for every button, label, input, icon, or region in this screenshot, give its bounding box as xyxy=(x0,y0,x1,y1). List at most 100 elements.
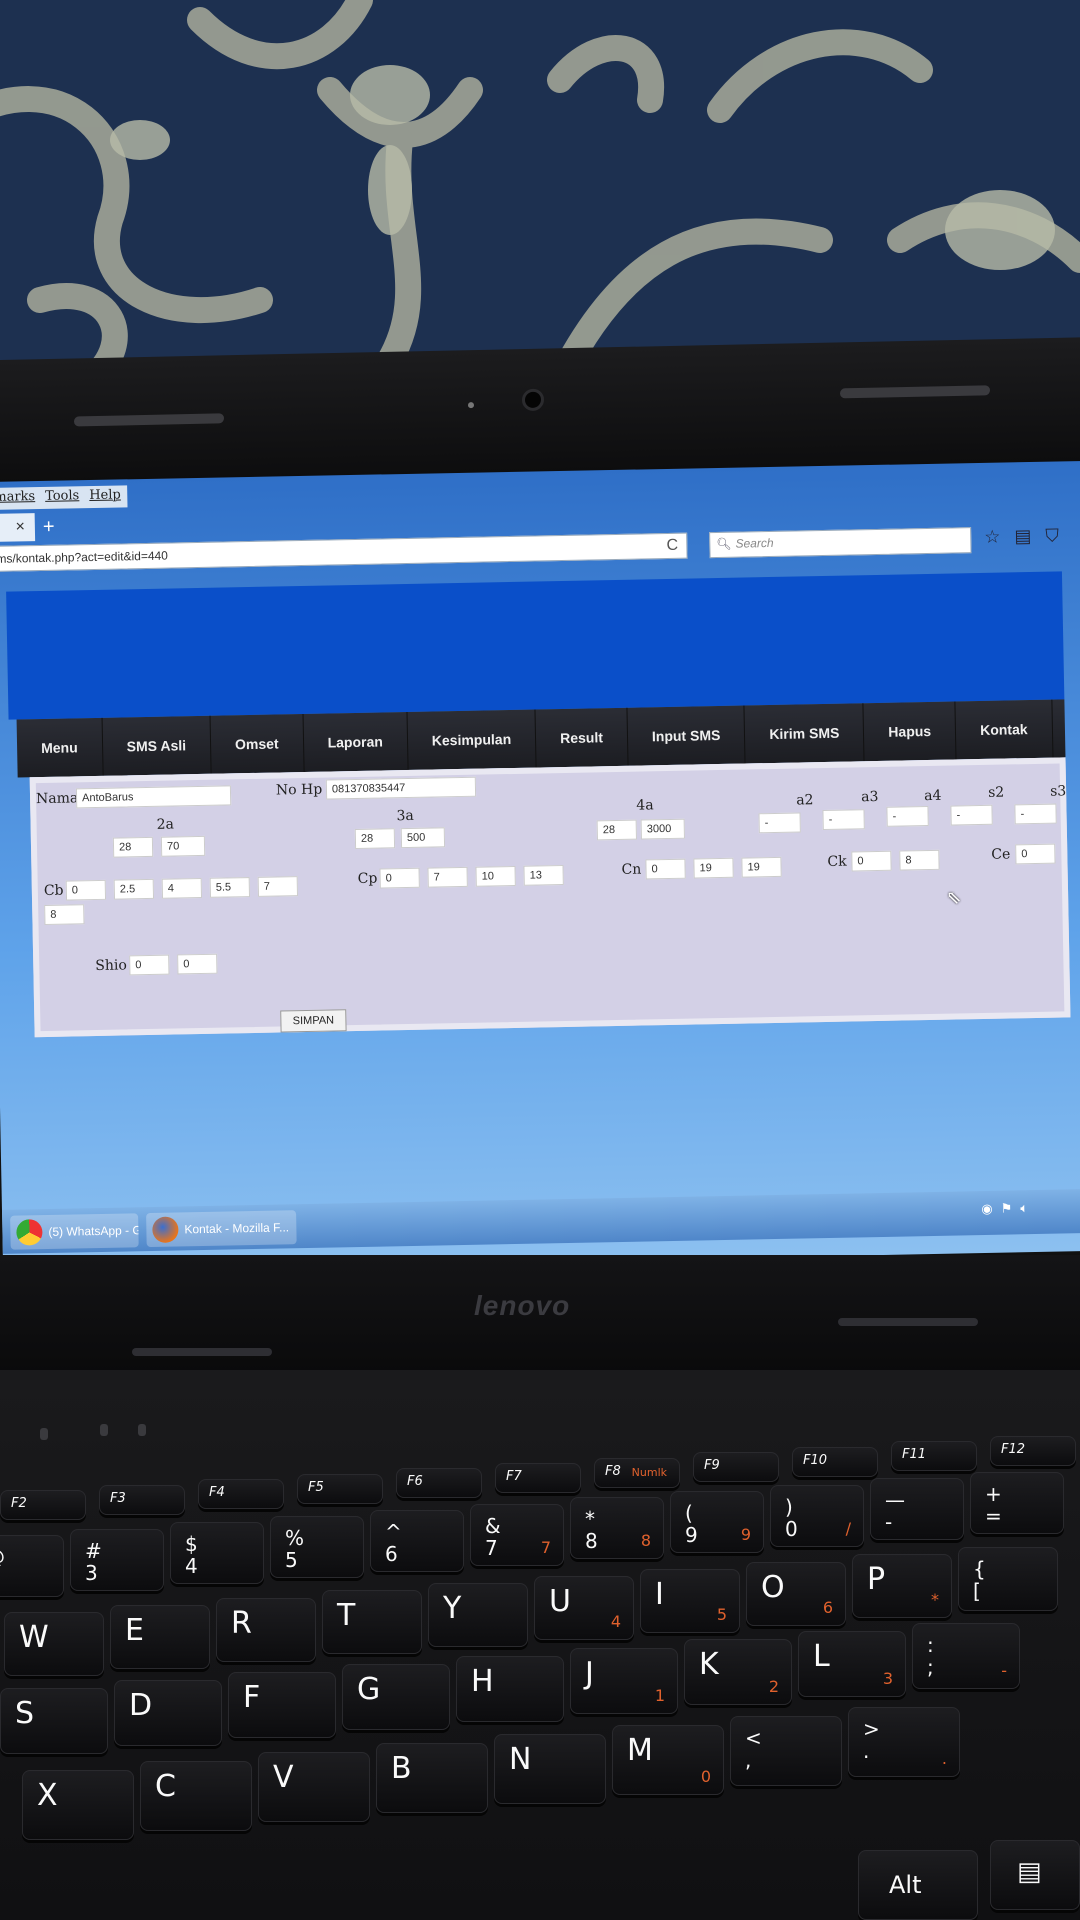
cp-field-3[interactable]: 10 xyxy=(475,865,516,887)
field-2a-2[interactable]: 70 xyxy=(160,835,206,857)
field-2a-1[interactable]: 28 xyxy=(112,836,154,858)
clipboard-icon[interactable]: ▤ xyxy=(1014,526,1031,547)
key-row_z-7[interactable]: > .. xyxy=(848,1707,960,1777)
key-row_z-1[interactable]: C xyxy=(140,1761,252,1831)
key-fn_row-7[interactable]: F9 xyxy=(693,1452,779,1482)
key-num_row-5[interactable]: & 7 7 xyxy=(470,1504,564,1566)
field-a3[interactable]: - xyxy=(822,809,865,831)
field-a2[interactable]: - xyxy=(758,812,801,834)
key-row_q-9[interactable]: { [ xyxy=(958,1547,1058,1611)
nohp-field[interactable]: 081370835447 xyxy=(325,776,477,800)
key-row_q-6[interactable]: I5 xyxy=(640,1569,740,1633)
taskbar-firefox[interactable]: Kontak - Mozilla F... xyxy=(146,1210,297,1248)
cb-field-3[interactable]: 4 xyxy=(161,877,203,899)
key-fn_row-5[interactable]: F7 xyxy=(495,1463,581,1493)
key-fn_row-9[interactable]: F11 xyxy=(891,1441,977,1471)
key-num_row-4[interactable]: ^ 6 xyxy=(370,1510,464,1572)
menu-tools[interactable]: Tools xyxy=(45,488,79,507)
key-fn_row-4[interactable]: F6 xyxy=(396,1468,482,1498)
reload-icon[interactable]: C xyxy=(661,535,683,557)
key-num_row-2[interactable]: $ 4 xyxy=(170,1522,264,1584)
key-row_q-2[interactable]: R xyxy=(216,1598,316,1662)
field-3a-1[interactable]: 28 xyxy=(354,828,396,850)
key-row_z-3[interactable]: B xyxy=(376,1743,488,1813)
cb-field-5[interactable]: 7 xyxy=(257,876,299,897)
shio-field-2[interactable]: 0 xyxy=(177,953,218,975)
key-row_a-1[interactable]: D xyxy=(114,1680,222,1746)
shield-icon[interactable]: ⛉ xyxy=(1045,525,1059,546)
simpan-button[interactable]: SIMPAN xyxy=(280,1009,347,1033)
key-row_z-2[interactable]: V xyxy=(258,1752,370,1822)
field-a4[interactable]: - xyxy=(886,806,929,827)
cb-field-1[interactable]: 0 xyxy=(65,879,107,901)
key-num_row-10[interactable]: + = xyxy=(970,1472,1064,1534)
menu-bookmarks[interactable]: marks xyxy=(0,489,35,508)
key-row_a-8[interactable]: : ; - xyxy=(912,1623,1020,1689)
cb-field-4[interactable]: 5.5 xyxy=(209,877,251,898)
key-row_z-4[interactable]: N xyxy=(494,1734,606,1804)
key-fn_row-3[interactable]: F5 xyxy=(297,1474,383,1504)
nav-sms-asli[interactable]: SMS Asli xyxy=(102,715,212,776)
cn-field-2[interactable]: 19 xyxy=(693,857,734,879)
field-4a-2[interactable]: 3000 xyxy=(640,818,685,840)
key-row_q-4[interactable]: Y xyxy=(428,1583,528,1647)
key-row_a-3[interactable]: G xyxy=(342,1664,450,1730)
key-fn_row-8[interactable]: F10 xyxy=(792,1447,878,1477)
cb-field-6[interactable]: 8 xyxy=(44,904,85,925)
new-tab-button[interactable]: + xyxy=(43,513,55,541)
key-row_a-6[interactable]: K2 xyxy=(684,1639,792,1705)
search-input[interactable]: 🔍︎ Search xyxy=(709,527,972,559)
nav-omset[interactable]: Omset xyxy=(210,713,305,774)
tray-flag-icon[interactable]: ⚑ xyxy=(1001,1200,1013,1216)
field-3a-2[interactable]: 500 xyxy=(400,827,446,849)
key-fn_row-6[interactable]: F8 Numlk xyxy=(594,1458,680,1488)
key-num_row-6[interactable]: * 8 8 xyxy=(570,1497,664,1559)
key-row_q-7[interactable]: O6 xyxy=(746,1562,846,1626)
key-row_q-5[interactable]: U4 xyxy=(534,1576,634,1640)
key-num_row-1[interactable]: # 3 xyxy=(70,1529,164,1591)
nav-kesimpulan[interactable]: Kesimpulan xyxy=(407,709,537,770)
key-row_a-4[interactable]: H xyxy=(456,1656,564,1722)
field-4a-1[interactable]: 28 xyxy=(596,819,637,841)
nav-input-sms[interactable]: Input SMS xyxy=(627,705,746,766)
key-row_a-5[interactable]: J1 xyxy=(570,1648,678,1714)
key-row_z-5[interactable]: M0 xyxy=(612,1725,724,1795)
nama-field[interactable]: AntoBarus xyxy=(75,785,232,809)
field-s3[interactable]: - xyxy=(1014,803,1057,825)
key-num_row-3[interactable]: % 5 xyxy=(270,1516,364,1578)
key-fn_row-0[interactable]: F2 xyxy=(0,1490,86,1520)
key-row_q-8[interactable]: P * xyxy=(852,1554,952,1618)
tab-close-icon[interactable]: × xyxy=(0,513,36,542)
nav-menu[interactable]: Menu xyxy=(16,717,104,778)
nav-kirim-sms[interactable]: Kirim SMS xyxy=(744,703,865,764)
key-fn_row-1[interactable]: F3 xyxy=(99,1485,185,1515)
nav-laporan[interactable]: Laporan xyxy=(303,711,409,772)
key-num_row-8[interactable]: ) 0 / xyxy=(770,1485,864,1547)
key-context-menu[interactable]: ▤ xyxy=(990,1840,1080,1910)
cp-field-1[interactable]: 0 xyxy=(379,867,420,889)
star-icon[interactable]: ☆ xyxy=(984,527,1001,548)
key-row_z-6[interactable]: < , xyxy=(730,1716,842,1786)
key-row_a-0[interactable]: S xyxy=(0,1688,108,1754)
key-num_row-9[interactable]: — - xyxy=(870,1478,964,1540)
nav-kontak[interactable]: Kontak xyxy=(955,699,1054,760)
cn-field-1[interactable]: 0 xyxy=(645,858,686,880)
cb-field-2[interactable]: 2.5 xyxy=(113,878,155,900)
nav-result[interactable]: Result xyxy=(535,707,629,768)
key-row_a-2[interactable]: F xyxy=(228,1672,336,1738)
key-row_q-0[interactable]: W xyxy=(4,1612,104,1676)
field-s2[interactable]: - xyxy=(950,804,993,826)
tray-network-icon[interactable]: ◉ xyxy=(981,1201,993,1217)
taskbar-whatsapp[interactable]: (5) WhatsApp - G... xyxy=(10,1213,139,1250)
key-row_z-0[interactable]: X xyxy=(22,1770,134,1840)
nav-hapus[interactable]: Hapus xyxy=(863,701,957,762)
tray-volume-icon[interactable]: 🔈︎ xyxy=(1020,1200,1028,1216)
ce-field-1[interactable]: 0 xyxy=(1015,843,1056,865)
cp-field-4[interactable]: 13 xyxy=(523,865,564,886)
cp-field-2[interactable]: 7 xyxy=(427,866,468,888)
ck-field-1[interactable]: 0 xyxy=(851,850,892,872)
key-fn_row-10[interactable]: F12 xyxy=(990,1436,1076,1466)
key-num_row-0[interactable]: @ 2 xyxy=(0,1535,64,1597)
shio-field-1[interactable]: 0 xyxy=(129,954,170,976)
key-alt[interactable]: Alt xyxy=(858,1850,978,1920)
